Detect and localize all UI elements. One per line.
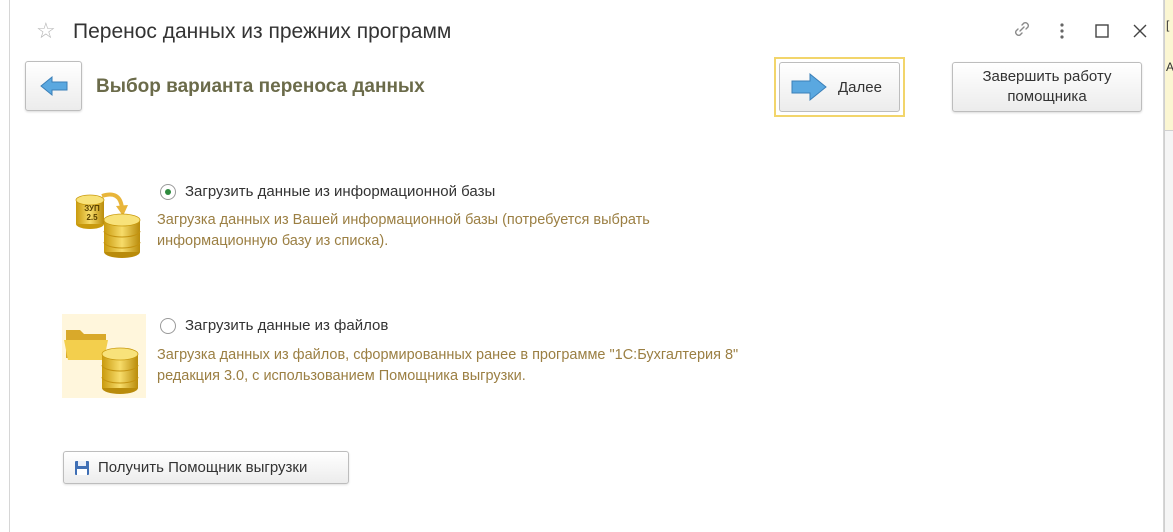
zup-badge: ЗУП 2.5 — [84, 204, 100, 222]
folder-database-icon — [62, 314, 146, 398]
step-title: Выбор варианта переноса данных — [96, 76, 425, 97]
option-files-label[interactable]: Загрузить данные из файлов — [185, 317, 388, 334]
option-infobase-label[interactable]: Загрузить данные из информационной базы — [185, 183, 495, 200]
next-button[interactable]: Далее — [779, 62, 900, 112]
dialog-window: ☆ Перенос данных из прежних программ Выб… — [9, 0, 1164, 532]
window-title: Перенос данных из прежних программ — [73, 20, 452, 43]
more-icon[interactable] — [1049, 18, 1075, 47]
link-icon[interactable] — [1009, 18, 1035, 47]
finish-label-line2: помощника — [1007, 88, 1087, 105]
get-export-assistant-button[interactable]: Получить Помощник выгрузки — [63, 451, 349, 484]
get-export-assistant-label: Получить Помощник выгрузки — [98, 459, 308, 476]
save-icon — [75, 460, 89, 475]
option-infobase-description: Загрузка данных из Вашей информационной … — [157, 212, 650, 249]
close-icon[interactable] — [1127, 18, 1153, 45]
option-files-description: Загрузка данных из файлов, сформированны… — [157, 347, 739, 384]
finish-assistant-button[interactable]: Завершить работу помощника — [952, 62, 1142, 112]
radio-load-from-infobase[interactable] — [160, 184, 176, 200]
radio-selected-dot — [165, 189, 171, 195]
maximize-icon[interactable] — [1089, 18, 1115, 45]
back-button[interactable] — [25, 61, 82, 111]
arrow-right-icon — [791, 72, 827, 102]
background-window-edge: [ А — [1164, 0, 1173, 532]
radio-load-from-files[interactable] — [160, 318, 176, 334]
next-button-focus[interactable]: Далее — [774, 57, 905, 117]
arrow-left-icon — [39, 75, 67, 97]
next-button-label: Далее — [838, 78, 882, 96]
database-transfer-icon — [62, 176, 146, 260]
finish-label-line1: Завершить работу — [982, 68, 1112, 85]
star-icon[interactable]: ☆ — [36, 20, 56, 42]
